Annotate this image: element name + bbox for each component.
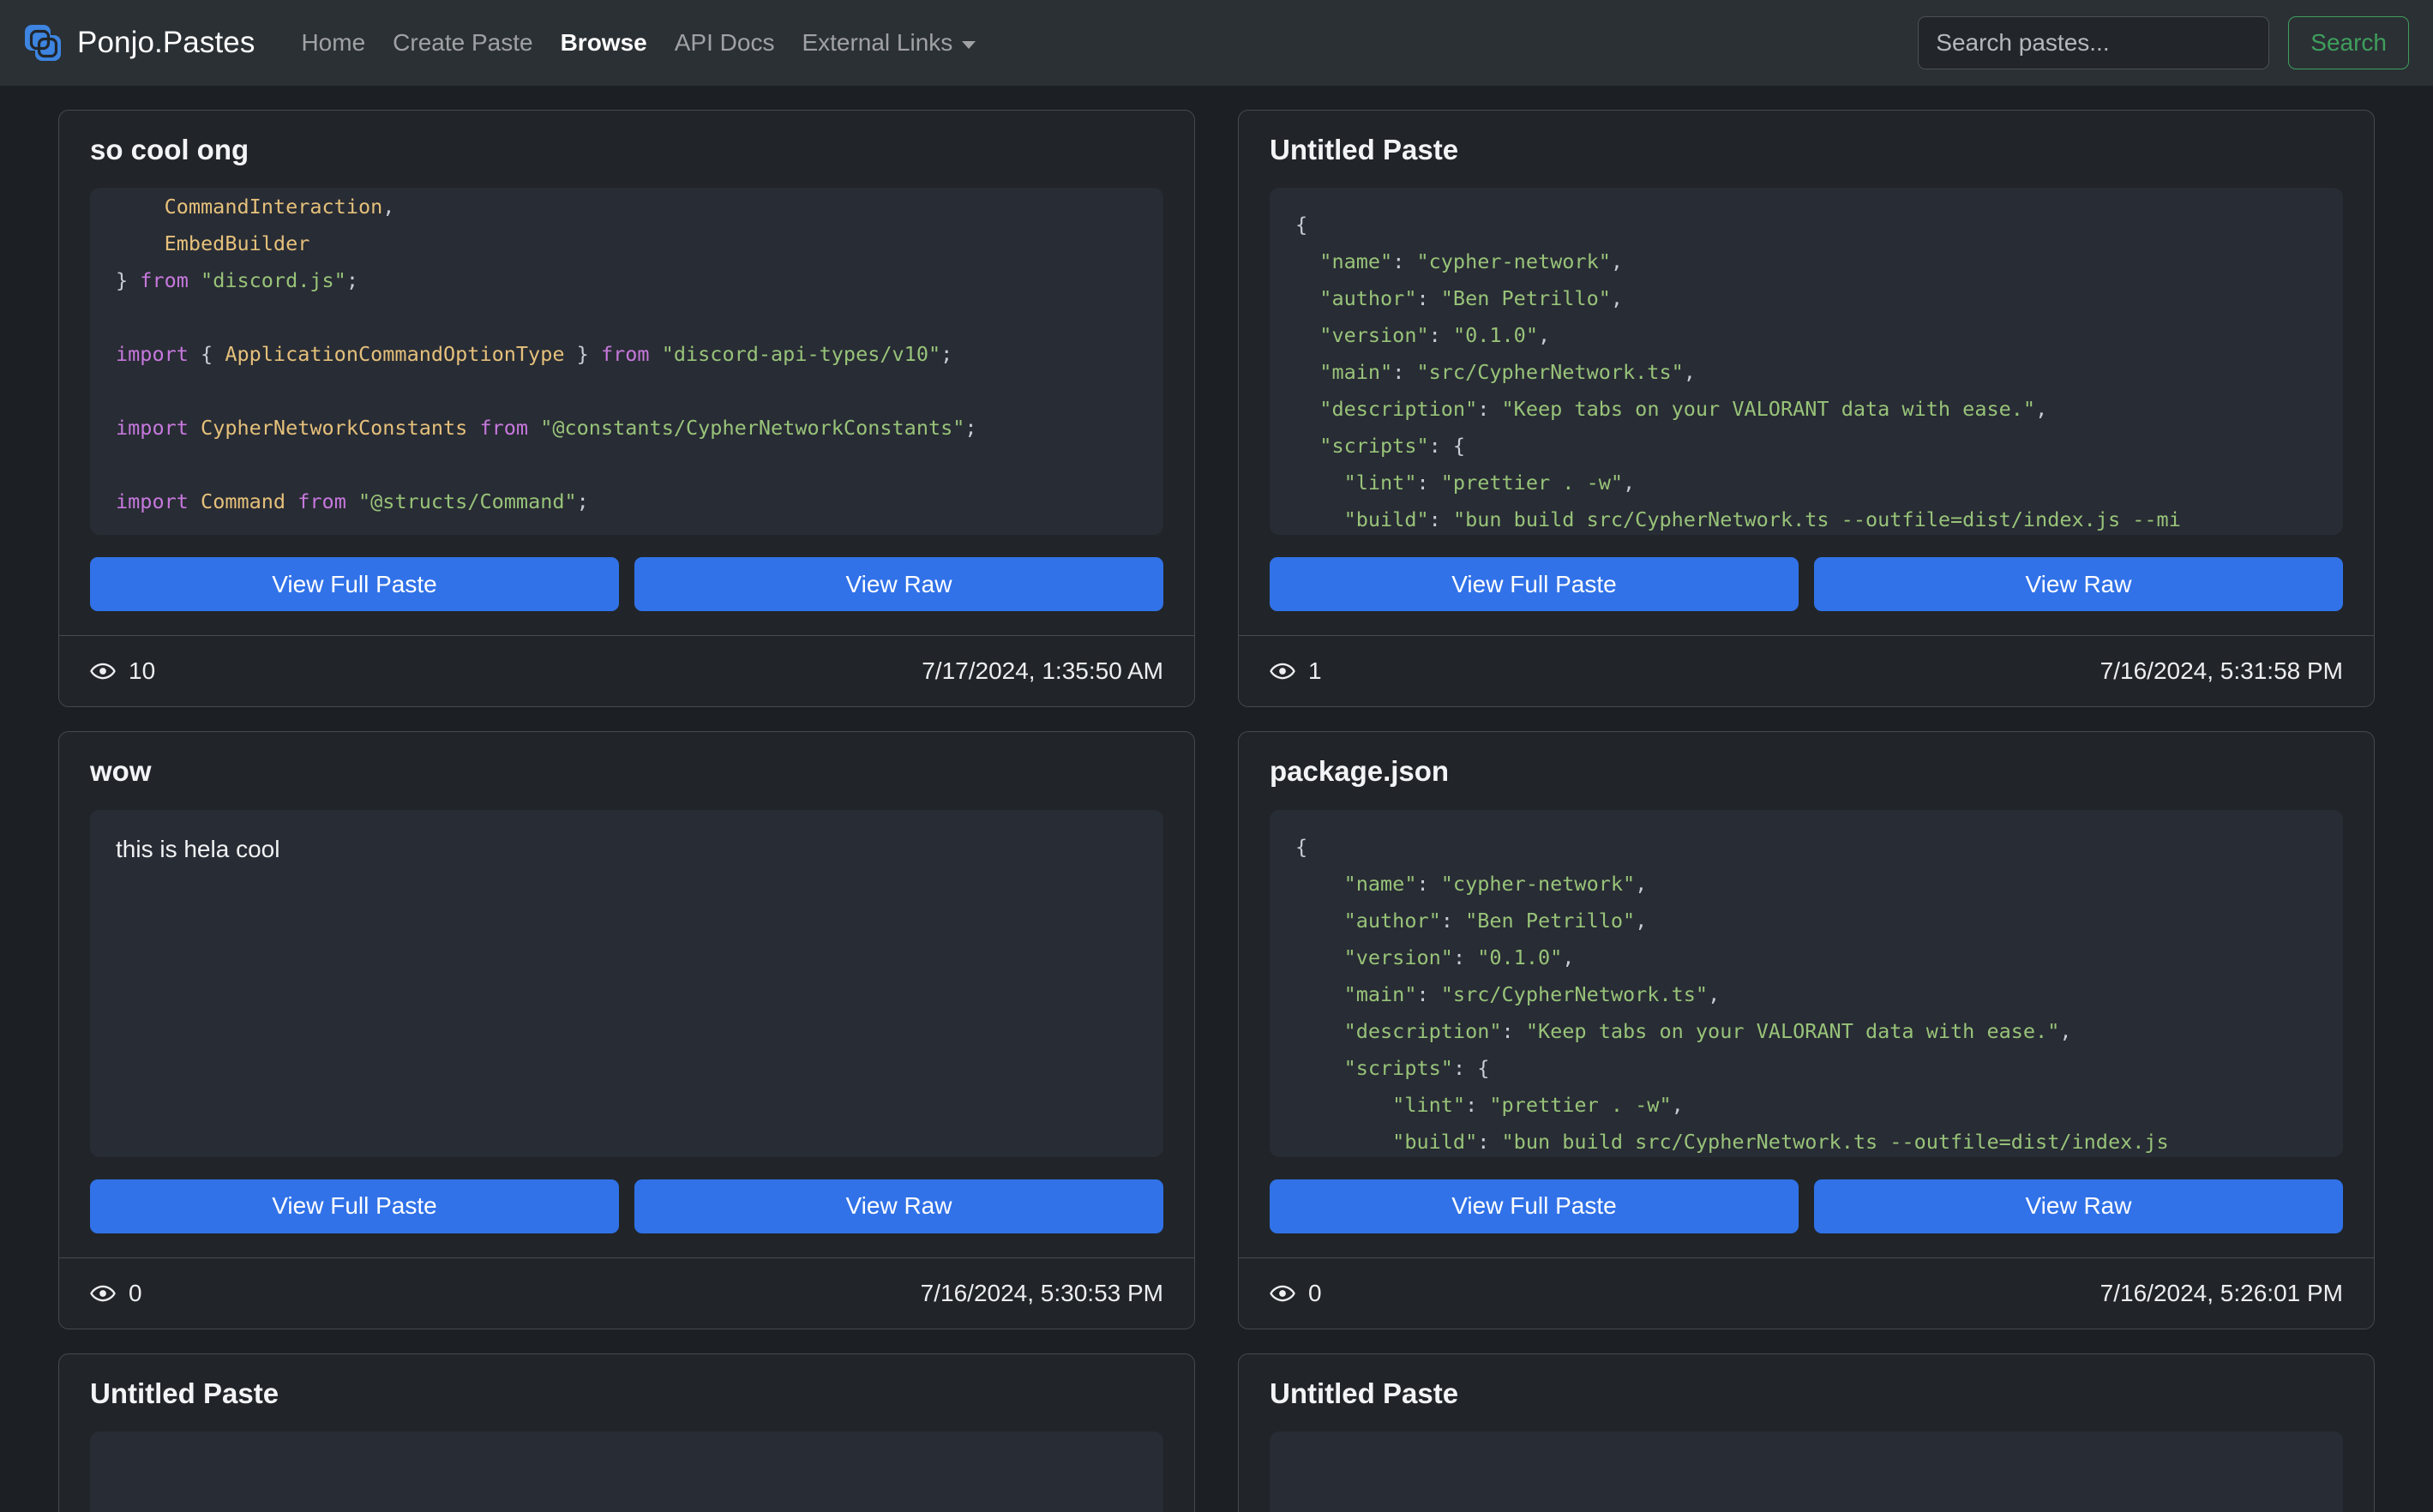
nav-item-create-paste[interactable]: Create Paste [379, 31, 546, 55]
paste-actions: View Full Paste View Raw [59, 535, 1194, 635]
paste-card-footer: 0 7/16/2024, 5:30:53 PM [59, 1257, 1194, 1329]
view-full-paste-button[interactable]: View Full Paste [1270, 1179, 1799, 1233]
paste-view-count: 0 [1308, 1279, 1322, 1306]
view-raw-button[interactable]: View Raw [634, 1179, 1163, 1233]
paste-card-body: Untitled Paste [1239, 1354, 2374, 1512]
paste-code-preview[interactable] [1270, 1431, 2343, 1512]
paste-timestamp: 7/16/2024, 5:30:53 PM [920, 1279, 1163, 1306]
eye-icon [90, 1285, 116, 1301]
paste-code: CommandInteraction, EmbedBuilder } from … [116, 195, 977, 514]
paste-views: 10 [90, 657, 155, 685]
nav-item-home[interactable]: Home [287, 31, 379, 55]
paste-code-preview[interactable]: CommandInteraction, EmbedBuilder } from … [90, 188, 1163, 536]
view-raw-button[interactable]: View Raw [1814, 557, 2343, 612]
eye-icon [90, 663, 116, 680]
browse-page: so cool ong CommandInteraction, EmbedBui… [0, 86, 2433, 1512]
paste-card-body: package.json { "name": "cypher-network", … [1239, 732, 2374, 1157]
paste-views: 0 [90, 1280, 142, 1307]
paste-card[interactable]: Untitled Paste [1238, 1353, 2375, 1512]
paste-views: 0 [1270, 1280, 1322, 1307]
paste-card[interactable]: package.json { "name": "cypher-network", … [1238, 731, 2375, 1329]
paste-card[interactable]: wow this is hela cool View Full Paste View … [58, 731, 1195, 1329]
nav-links: Home Create Paste Browse API Docs Extern… [287, 29, 989, 57]
paste-code: { "name": "cypher-network", "author": "B… [1295, 834, 2169, 1154]
search-button[interactable]: Search [2288, 16, 2409, 69]
paste-card-footer: 0 7/16/2024, 5:26:01 PM [1239, 1257, 2374, 1329]
paste-title: Untitled Paste [1270, 1377, 1459, 1409]
paste-views: 1 [1270, 657, 1322, 685]
paste-title: Untitled Paste [90, 1377, 279, 1409]
view-full-paste-button[interactable]: View Full Paste [1270, 557, 1799, 612]
paste-code-preview[interactable]: { "name": "cypher-network", "author": "B… [1270, 188, 2343, 536]
paste-card-body: Untitled Paste [59, 1354, 1194, 1512]
paste-timestamp: 7/16/2024, 5:31:58 PM [2100, 657, 2343, 685]
paste-card[interactable]: Untitled Paste { "name": "cypher-network"… [1238, 110, 2375, 708]
search-input[interactable] [1918, 16, 2270, 69]
nav-dropdown-label: External Links [802, 29, 953, 56]
paste-title: package.json [1270, 756, 1450, 788]
paste-timestamp: 7/17/2024, 1:35:50 AM [922, 657, 1163, 685]
paste-view-count: 10 [129, 657, 156, 685]
interlocking-squares-logo-icon [25, 25, 61, 61]
brand-link[interactable]: Ponjo.Pastes [22, 22, 255, 63]
paste-card-body: so cool ong CommandInteraction, EmbedBui… [59, 111, 1194, 536]
view-full-paste-button[interactable]: View Full Paste [90, 557, 619, 612]
view-raw-button[interactable]: View Raw [1814, 1179, 2343, 1233]
paste-title: Untitled Paste [1270, 135, 1459, 165]
paste-card-body: wow this is hela cool [59, 732, 1194, 1157]
chevron-down-icon [962, 40, 976, 49]
top-navbar: Ponjo.Pastes Home Create Paste Browse AP… [0, 0, 2433, 86]
paste-code-preview[interactable]: { "name": "cypher-network", "author": "B… [1270, 809, 2343, 1157]
paste-card-footer: 1 7/16/2024, 5:31:58 PM [1239, 635, 2374, 707]
paste-card-body: Untitled Paste { "name": "cypher-network"… [1239, 111, 2374, 536]
paste-timestamp: 7/16/2024, 5:26:01 PM [2100, 1279, 2343, 1306]
eye-icon [1270, 1285, 1295, 1301]
paste-text: this is hela cool [116, 835, 280, 862]
paste-card[interactable]: so cool ong CommandInteraction, EmbedBui… [58, 110, 1195, 708]
paste-actions: View Full Paste View Raw [59, 1157, 1194, 1257]
nav-item-browse[interactable]: Browse [547, 31, 661, 55]
paste-code: { "name": "cypher-network", "author": "B… [1295, 213, 2181, 532]
view-full-paste-button[interactable]: View Full Paste [90, 1179, 619, 1233]
paste-view-count: 0 [129, 1279, 142, 1306]
paste-actions: View Full Paste View Raw [1239, 535, 2374, 635]
navbar-search-group: Search [1918, 16, 2409, 69]
paste-actions: View Full Paste View Raw [1239, 1157, 2374, 1257]
nav-dropdown-external-links[interactable]: External Links [788, 29, 989, 57]
paste-card-grid: so cool ong CommandInteraction, EmbedBui… [58, 110, 2375, 1512]
paste-title: so cool ong [90, 135, 249, 165]
brand-name: Ponjo.Pastes [77, 26, 255, 59]
eye-icon [1270, 663, 1295, 680]
paste-code-preview[interactable] [90, 1431, 1163, 1512]
view-raw-button[interactable]: View Raw [634, 557, 1163, 612]
paste-view-count: 1 [1308, 657, 1322, 685]
paste-card-footer: 10 7/17/2024, 1:35:50 AM [59, 635, 1194, 707]
nav-item-api-docs[interactable]: API Docs [661, 31, 789, 55]
paste-text-preview[interactable]: this is hela cool [90, 809, 1163, 1157]
paste-card[interactable]: Untitled Paste [58, 1353, 1195, 1512]
paste-title: wow [90, 756, 152, 788]
